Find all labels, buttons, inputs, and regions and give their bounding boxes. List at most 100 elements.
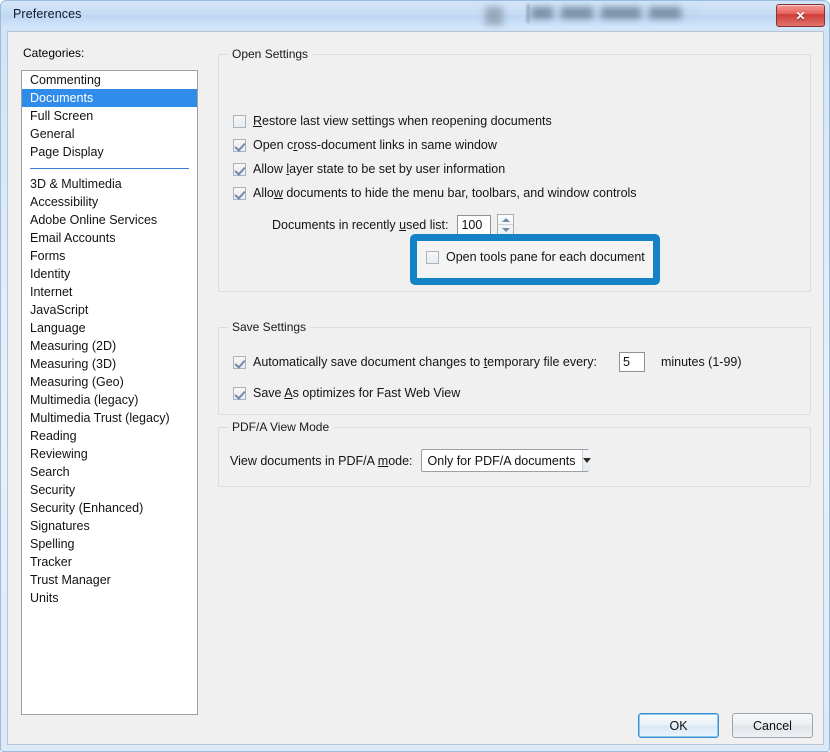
category-item[interactable]: Email Accounts: [22, 229, 197, 247]
category-item[interactable]: Commenting: [22, 71, 197, 89]
chevron-down-icon: [501, 227, 510, 232]
categories-separator: [22, 161, 197, 175]
categories-primary-group: Commenting Documents Full Screen General Pag…: [22, 71, 197, 161]
tools-pane-row[interactable]: Open tools pane for each document: [426, 250, 645, 264]
category-item-label: Multimedia (legacy): [30, 393, 139, 407]
chevron-up-icon: [501, 217, 510, 222]
hide-menu-bar-label: Allow documents to hide the menu bar, to…: [253, 186, 637, 200]
category-item-label: 3D & Multimedia: [30, 177, 122, 191]
category-item[interactable]: Multimedia (legacy): [22, 391, 197, 409]
category-item[interactable]: Documents: [22, 89, 197, 107]
layer-state-checkbox[interactable]: [233, 162, 246, 176]
cross-document-links-checkbox[interactable]: [233, 138, 246, 152]
category-item-label: General: [30, 127, 75, 141]
category-item[interactable]: Measuring (Geo): [22, 373, 197, 391]
category-item-label: Page Display: [30, 145, 104, 159]
autosave-row[interactable]: Automatically save document changes to t…: [233, 352, 742, 372]
recent-list-label: Documents in recently used list:: [272, 217, 449, 232]
category-item[interactable]: Measuring (3D): [22, 355, 197, 373]
category-item-label: Adobe Online Services: [30, 213, 158, 227]
category-item[interactable]: Measuring (2D): [22, 337, 197, 355]
category-item-label: Forms: [30, 249, 66, 263]
category-item[interactable]: Reviewing: [22, 445, 197, 463]
category-item-label: JavaScript: [30, 303, 89, 317]
category-item-label: Spelling: [30, 537, 75, 551]
window-title: Preferences: [13, 7, 82, 21]
close-icon: ✕: [795, 8, 806, 23]
category-item[interactable]: Units: [22, 589, 197, 607]
category-item-label: Reviewing: [30, 447, 88, 461]
save-settings-title: Save Settings: [228, 320, 311, 334]
category-item[interactable]: Search: [22, 463, 197, 481]
recent-list-input[interactable]: 100: [457, 214, 492, 235]
fast-web-view-checkbox[interactable]: [233, 386, 246, 400]
category-item[interactable]: Security: [22, 481, 197, 499]
category-item[interactable]: Tracker: [22, 553, 197, 571]
hide-menu-bar-checkbox[interactable]: [233, 186, 246, 200]
category-item[interactable]: Language: [22, 319, 197, 337]
category-item-label: Search: [30, 465, 70, 479]
category-item[interactable]: JavaScript: [22, 301, 197, 319]
category-item[interactable]: Full Screen: [22, 107, 197, 125]
category-item[interactable]: General: [22, 125, 197, 143]
category-item-label: Measuring (Geo): [30, 375, 124, 389]
category-item-label: Documents: [30, 91, 94, 105]
pdfa-mode-selected-value: Only for PDF/A documents: [427, 453, 576, 468]
dropdown-button[interactable]: [581, 450, 591, 471]
pdfa-mode-dropdown[interactable]: Only for PDF/A documents: [420, 449, 591, 472]
obscured-background-text: [531, 7, 699, 19]
category-item[interactable]: 3D & Multimedia: [22, 175, 197, 193]
category-item[interactable]: Page Display: [22, 143, 197, 161]
pdfa-mode-label: View documents in PDF/A mode:: [230, 453, 413, 468]
category-item-label: Trust Manager: [30, 573, 111, 587]
title-bar: Preferences ✕: [1, 1, 829, 29]
autosave-label: Automatically save document changes to t…: [253, 355, 597, 369]
recent-list-stepper[interactable]: [497, 214, 515, 235]
categories-listbox[interactable]: Commenting Documents Full Screen General Pag…: [21, 70, 198, 715]
category-item[interactable]: Forms: [22, 247, 197, 265]
tools-pane-label: Open tools pane for each document: [446, 250, 645, 264]
restore-last-view-checkbox[interactable]: [233, 114, 246, 128]
settings-pane: Open Settings Restore last view settings…: [208, 42, 813, 738]
category-item-label: Reading: [30, 429, 77, 443]
stepper-up-button[interactable]: [498, 215, 513, 224]
category-item[interactable]: Accessibility: [22, 193, 197, 211]
category-item[interactable]: Adobe Online Services: [22, 211, 197, 229]
obscured-background-icon: [485, 7, 503, 25]
category-item[interactable]: Signatures: [22, 517, 197, 535]
autosave-minutes-input[interactable]: 5: [618, 352, 645, 372]
category-item[interactable]: Security (Enhanced): [22, 499, 197, 517]
category-item[interactable]: Identity: [22, 265, 197, 283]
preferences-dialog-window: Preferences ✕ Categories: Commenting Docu…: [0, 0, 830, 752]
cross-document-links-row[interactable]: Open cross-document links in same window: [233, 138, 497, 152]
layer-state-label: Allow layer state to be set by user info…: [253, 162, 506, 176]
hide-menu-bar-row[interactable]: Allow documents to hide the menu bar, to…: [233, 186, 637, 200]
chevron-down-icon: [582, 458, 591, 463]
category-item-label: Commenting: [30, 73, 101, 87]
ok-button[interactable]: OK: [638, 713, 719, 738]
autosave-checkbox[interactable]: [233, 355, 246, 369]
category-item-label: Measuring (2D): [30, 339, 117, 353]
category-item-label: Measuring (3D): [30, 357, 117, 371]
cancel-button[interactable]: Cancel: [732, 713, 813, 738]
category-item-label: Identity: [30, 267, 71, 281]
fast-web-view-row[interactable]: Save As optimizes for Fast Web View: [233, 386, 460, 400]
recent-list-row: Documents in recently used list: 100: [272, 214, 515, 235]
tools-pane-checkbox[interactable]: [426, 250, 439, 264]
category-item[interactable]: Spelling: [22, 535, 197, 553]
category-item[interactable]: Reading: [22, 427, 197, 445]
category-item[interactable]: Multimedia Trust (legacy): [22, 409, 197, 427]
dialog-client-area: Categories: Commenting Documents Full Scre…: [7, 31, 824, 745]
stepper-down-button[interactable]: [498, 224, 514, 234]
close-button[interactable]: ✕: [776, 4, 825, 27]
category-item-label: Full Screen: [30, 109, 94, 123]
category-item[interactable]: Trust Manager: [22, 571, 197, 589]
category-item[interactable]: Internet: [22, 283, 197, 301]
restore-last-view-label: Restore last view settings when reopenin…: [253, 114, 552, 128]
layer-state-row[interactable]: Allow layer state to be set by user info…: [233, 162, 505, 176]
categories-label: Categories:: [23, 46, 85, 60]
category-item-label: Units: [30, 591, 59, 605]
category-item-label: Email Accounts: [30, 231, 116, 245]
restore-last-view-row[interactable]: Restore last view settings when reopenin…: [233, 114, 552, 128]
category-item-label: Tracker: [30, 555, 72, 569]
